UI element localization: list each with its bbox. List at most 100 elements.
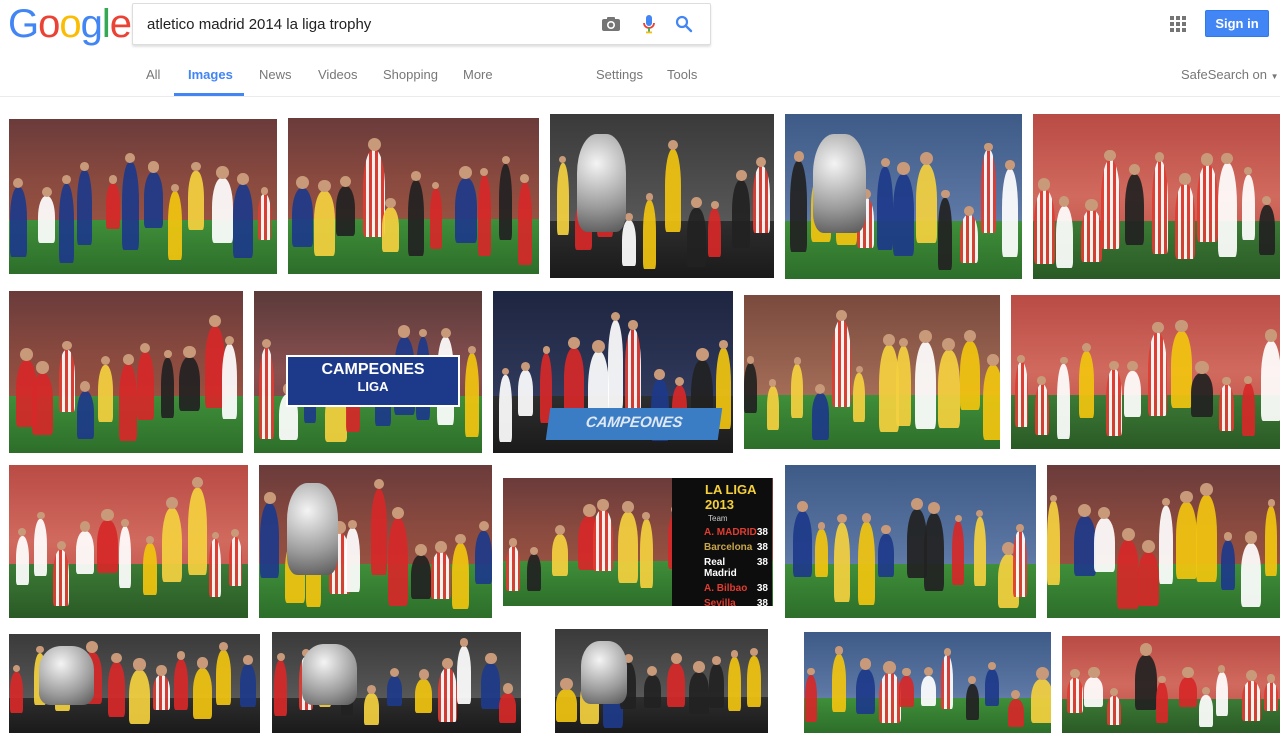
player-silhouette	[914, 342, 936, 430]
player-head	[440, 328, 451, 339]
player-head	[559, 156, 567, 164]
player-silhouette	[188, 170, 204, 231]
player-silhouette	[161, 357, 175, 418]
player-silhouette	[687, 207, 706, 267]
player-silhouette	[430, 552, 451, 600]
player-silhouette	[228, 536, 243, 586]
player-silhouette	[709, 664, 724, 708]
player-silhouette	[1105, 369, 1122, 436]
player-head	[1037, 376, 1047, 385]
safesearch-toggle[interactable]: SafeSearch on ▼	[1181, 67, 1279, 82]
image-result-thumbnail[interactable]	[272, 632, 521, 733]
player-silhouette	[233, 183, 253, 258]
player-silhouette	[215, 650, 231, 705]
player-silhouette	[1240, 542, 1262, 608]
player-head	[176, 651, 186, 660]
sign-in-button[interactable]: Sign in	[1205, 10, 1269, 37]
player-silhouette	[752, 166, 770, 233]
image-result-thumbnail[interactable]	[785, 114, 1022, 279]
player-head	[1085, 198, 1098, 212]
player-silhouette	[1199, 694, 1213, 727]
player-head	[807, 667, 815, 676]
trophy-shape	[286, 483, 339, 576]
image-result-thumbnail[interactable]	[1011, 295, 1280, 449]
google-logo[interactable]: Google	[8, 4, 132, 44]
tab-tools[interactable]: Tools	[667, 67, 697, 82]
player-head	[899, 338, 909, 348]
image-result-thumbnail[interactable]	[555, 629, 768, 733]
table-points: 38	[756, 527, 768, 538]
image-result-thumbnail[interactable]	[9, 291, 243, 453]
search-box[interactable]	[132, 3, 711, 45]
player-head	[987, 661, 996, 671]
player-head	[1152, 322, 1164, 334]
image-result-thumbnail[interactable]	[1062, 636, 1280, 733]
tab-shopping[interactable]: Shopping	[383, 67, 438, 82]
image-result-thumbnail[interactable]	[288, 118, 539, 274]
image-result-thumbnail[interactable]	[9, 465, 248, 618]
player-head	[941, 189, 950, 199]
table-rows: A. MADRID 38 Barcelona 38 Real Madrid 38 A. Bi…	[672, 523, 772, 609]
player-head	[263, 492, 276, 504]
player-head	[501, 367, 510, 376]
player-head	[793, 357, 801, 365]
player-silhouette	[1055, 205, 1073, 269]
image-result-thumbnail[interactable]	[550, 114, 774, 278]
player-silhouette	[209, 538, 222, 598]
image-result-thumbnail[interactable]	[1047, 465, 1280, 618]
table-points: 38	[756, 542, 768, 553]
player-silhouette	[381, 207, 400, 253]
player-head	[121, 519, 129, 527]
player-head	[943, 648, 951, 656]
image-result-thumbnail[interactable]	[785, 465, 1036, 618]
player-head	[480, 167, 489, 176]
trophy-shape	[580, 641, 628, 704]
player-head	[610, 311, 621, 322]
player-silhouette	[556, 162, 569, 236]
player-head	[924, 667, 934, 677]
image-result-thumbnail[interactable]	[804, 632, 1051, 733]
player-silhouette	[1219, 384, 1234, 431]
player-head	[654, 369, 666, 380]
player-head	[987, 354, 999, 366]
player-silhouette	[815, 529, 828, 577]
camera-icon[interactable]	[599, 12, 623, 36]
microphone-icon[interactable]	[637, 12, 661, 36]
image-result-thumbnail[interactable]	[1033, 114, 1280, 279]
player-head	[883, 660, 897, 674]
player-head	[101, 356, 111, 366]
player-silhouette	[853, 372, 866, 422]
image-result-thumbnail[interactable]	[744, 295, 1000, 449]
tab-news[interactable]: News	[259, 67, 292, 82]
player-head	[1081, 342, 1092, 353]
player-silhouette	[32, 372, 54, 436]
player-head	[976, 510, 984, 518]
player-silhouette	[38, 196, 56, 244]
image-result-thumbnail[interactable]	[9, 634, 260, 733]
apps-grid-icon[interactable]	[1168, 14, 1188, 34]
player-silhouette	[938, 197, 953, 270]
tab-videos[interactable]: Videos	[318, 67, 358, 82]
image-result-thumbnail[interactable]	[9, 119, 277, 274]
search-icon[interactable]	[672, 12, 696, 36]
tab-all[interactable]: All	[146, 67, 160, 82]
table-title: LA LIGA 2013	[705, 482, 757, 512]
player-head	[668, 140, 678, 151]
player-head	[1017, 354, 1026, 363]
player-silhouette	[896, 346, 912, 427]
header-bar: Google Sign in All Images News Videos Sh…	[0, 0, 1280, 97]
tab-more[interactable]: More	[463, 67, 493, 82]
player-head	[148, 161, 160, 173]
player-silhouette	[921, 675, 937, 706]
player-head	[597, 499, 609, 511]
image-result-thumbnail[interactable]	[259, 465, 492, 618]
player-silhouette	[766, 386, 779, 430]
tab-settings[interactable]: Settings	[596, 67, 643, 82]
player-silhouette	[1263, 681, 1279, 711]
player-head	[225, 335, 235, 345]
tab-images[interactable]: Images	[188, 67, 233, 82]
player-head	[1246, 670, 1258, 682]
search-input[interactable]	[145, 12, 589, 36]
player-head	[834, 646, 844, 655]
table-points: 38	[756, 598, 768, 609]
